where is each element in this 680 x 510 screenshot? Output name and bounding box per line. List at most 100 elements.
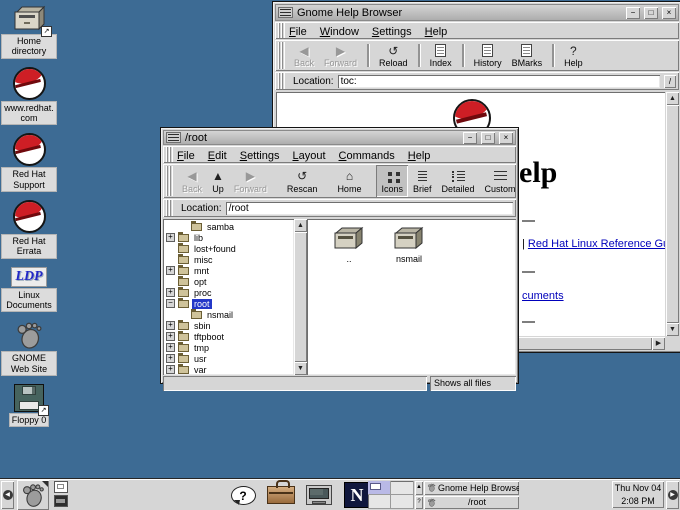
desk-guide-cell[interactable] — [391, 481, 414, 495]
desktop-thumbnails-applet[interactable] — [53, 481, 69, 509]
link-documents-fragment[interactable]: cuments — [522, 290, 564, 302]
toolbar-button-reload[interactable]: ↺Reload — [374, 41, 413, 70]
desk-guide-arrow-button[interactable]: ▲ — [415, 481, 423, 495]
handle-grip-icon[interactable] — [278, 73, 285, 89]
menu-settings[interactable]: Settings — [240, 150, 280, 162]
task-button-gnome-help-browser[interactable]: Gnome Help Browser — [424, 481, 519, 495]
tree-expander-icon[interactable]: − — [166, 299, 175, 308]
toolbar-button-history[interactable]: History — [469, 41, 507, 70]
help-titlebar[interactable]: Gnome Help Browser − □ × — [275, 4, 679, 21]
desktop-icon-linux-documents[interactable]: LDPLinux Documents — [2, 267, 56, 312]
main-menu-button[interactable] — [17, 480, 49, 510]
tree-item-var[interactable]: +var — [163, 364, 294, 375]
toolbar-button-custom[interactable]: Custom — [480, 165, 521, 197]
toolbar-button-help[interactable]: ?Help — [559, 41, 588, 70]
handle-grip-icon[interactable] — [166, 200, 173, 216]
tree-expander-icon[interactable]: + — [166, 332, 175, 341]
tree-item-samba[interactable]: samba — [163, 221, 294, 232]
tree-item-tftpboot[interactable]: +tftpboot — [163, 331, 294, 342]
toolbar-button-up[interactable]: ▲Up — [207, 165, 229, 197]
toolbar-button-index[interactable]: Index — [425, 41, 457, 70]
desktop-thumbnail[interactable] — [54, 495, 68, 507]
tree-item-opt[interactable]: opt — [163, 276, 294, 287]
tree-expander-icon[interactable]: + — [166, 288, 175, 297]
desk-guide-cell[interactable] — [391, 495, 414, 509]
tree-expander-icon[interactable]: + — [166, 266, 175, 275]
menu-file[interactable]: File — [289, 26, 307, 38]
desk-guide-cell-active[interactable] — [368, 481, 391, 495]
clock-applet[interactable]: Thu Nov 04 2:08 PM — [612, 481, 664, 508]
desktop-icon-gnome-web-site[interactable]: GNOME Web Site — [2, 320, 56, 375]
maximize-button[interactable]: □ — [644, 7, 658, 19]
tree-item-misc[interactable]: misc — [163, 254, 294, 265]
toolbar-button-rescan[interactable]: ↺Rescan — [282, 165, 323, 197]
toolbar-button-brief[interactable]: Brief — [408, 165, 437, 197]
desk-guide-help-button[interactable]: ? — [415, 496, 423, 510]
tree-scrollbar[interactable]: ▲ ▼ — [294, 219, 307, 375]
panel-hide-right-button[interactable]: ▶ — [666, 481, 679, 509]
tree-item-sbin[interactable]: +sbin — [163, 320, 294, 331]
menu-file[interactable]: File — [177, 150, 195, 162]
desktop-icon-red-hat-errata[interactable]: Red Hat Errata — [2, 200, 56, 258]
scrollbar-thumb[interactable] — [294, 232, 307, 362]
menu-commands[interactable]: Commands — [339, 150, 395, 162]
tree-item-lib[interactable]: +lib — [163, 232, 294, 243]
scroll-down-icon[interactable]: ▼ — [294, 362, 307, 375]
desk-guide-applet[interactable] — [368, 481, 414, 509]
desktop-thumbnail[interactable] — [54, 481, 68, 493]
location-go-button[interactable]: / — [664, 75, 676, 88]
toolbar-button-home[interactable]: ⌂Home — [332, 165, 366, 197]
window-menu-icon[interactable] — [278, 7, 293, 18]
toolbar-button-forward[interactable]: ▶Forward — [229, 165, 272, 197]
scroll-up-icon[interactable]: ▲ — [666, 92, 679, 105]
tree-expander-icon[interactable]: + — [166, 365, 175, 374]
file-icon-nsmail[interactable]: nsmail — [381, 223, 437, 264]
panel-hide-left-button[interactable]: ◀ — [1, 481, 14, 509]
desktop-icon-home-directory[interactable]: ↗Home directory — [2, 3, 56, 58]
desktop-icon-red-hat-support[interactable]: Red Hat Support — [2, 133, 56, 191]
scroll-right-icon[interactable]: ▶ — [652, 337, 665, 350]
desktop-icon-floppy-0[interactable]: ↗Floppy 0 — [10, 384, 49, 426]
tree-expander-icon[interactable]: + — [166, 343, 175, 352]
close-button[interactable]: × — [499, 132, 513, 144]
tree-expander-icon[interactable]: + — [166, 321, 175, 330]
toolbar-button-bmarks[interactable]: BMarks — [507, 41, 548, 70]
file-icon-item[interactable]: .. — [321, 223, 377, 264]
launcher-help-bubble[interactable]: ? — [228, 481, 258, 509]
minimize-button[interactable]: − — [463, 132, 477, 144]
window-menu-icon[interactable] — [166, 132, 181, 143]
menu-edit[interactable]: Edit — [208, 150, 227, 162]
tree-expander-icon[interactable]: + — [166, 354, 175, 363]
tree-expander-icon[interactable]: + — [166, 233, 175, 242]
menu-window[interactable]: Window — [320, 26, 359, 38]
location-input[interactable]: /root — [226, 202, 513, 215]
launcher-terminal[interactable] — [304, 481, 334, 509]
menu-help[interactable]: Help — [408, 150, 431, 162]
minimize-button[interactable]: − — [626, 7, 640, 19]
handle-grip-icon[interactable] — [278, 23, 285, 38]
tree-item-tmp[interactable]: +tmp — [163, 342, 294, 353]
handle-grip-icon[interactable] — [166, 166, 173, 196]
toolbar-button-forward[interactable]: ▶Forward — [319, 41, 362, 70]
fm-titlebar[interactable]: /root − □ × — [163, 130, 516, 145]
toolbar-button-detailed[interactable]: Detailed — [436, 165, 479, 197]
tree-item-proc[interactable]: +proc — [163, 287, 294, 298]
menu-help[interactable]: Help — [425, 26, 448, 38]
toolbar-button-back[interactable]: ◀Back — [177, 165, 207, 197]
tree-item-mnt[interactable]: +mnt — [163, 265, 294, 276]
desk-guide-cell[interactable] — [368, 495, 391, 509]
toolbar-button-back[interactable]: ◀Back — [289, 41, 319, 70]
menu-settings[interactable]: Settings — [372, 26, 412, 38]
handle-grip-icon[interactable] — [166, 147, 173, 162]
link-reference-guide[interactable]: Red Hat Linux Reference Guide — [528, 238, 665, 250]
tree-item-lost-found[interactable]: lost+found — [163, 243, 294, 254]
tree-item-root[interactable]: −root — [163, 298, 294, 309]
vertical-scrollbar[interactable]: ▲ ▼ — [666, 92, 679, 336]
scroll-down-icon[interactable]: ▼ — [666, 323, 679, 336]
scrollbar-thumb[interactable] — [666, 105, 679, 323]
launcher-toolbox[interactable] — [266, 481, 296, 509]
close-button[interactable]: × — [662, 7, 676, 19]
maximize-button[interactable]: □ — [481, 132, 495, 144]
menu-layout[interactable]: Layout — [292, 150, 325, 162]
desktop-icon-www-redhat-com[interactable]: www.redhat. com — [2, 67, 56, 125]
